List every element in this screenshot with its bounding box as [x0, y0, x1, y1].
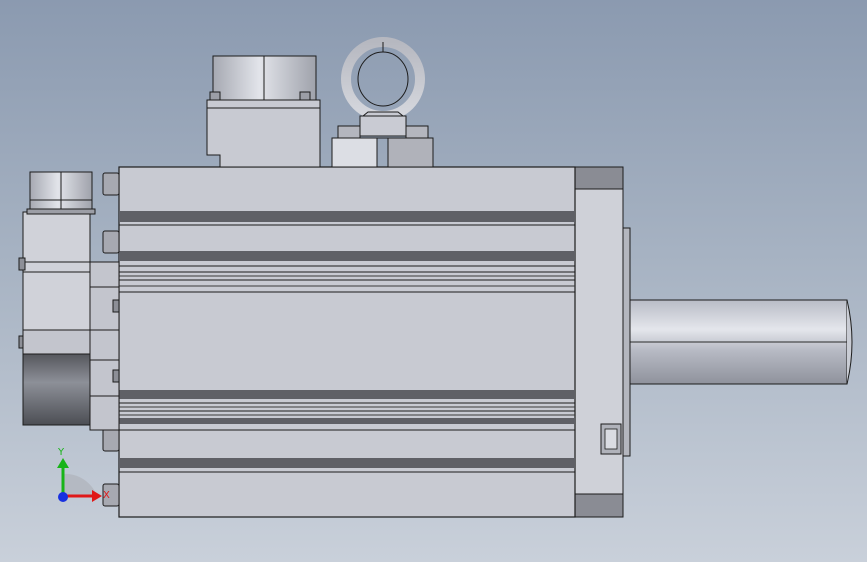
triad-y-arrow-icon	[57, 458, 69, 468]
front-flange	[574, 166, 631, 518]
cad-viewport[interactable]: Y X	[0, 0, 867, 562]
rear-connector	[26, 171, 96, 215]
triad-z-axis	[58, 492, 68, 502]
motor-housing	[118, 166, 576, 518]
output-shaft	[621, 299, 853, 385]
servo-motor-drawing: Y X	[18, 37, 853, 518]
triad-x-label: X	[103, 490, 110, 501]
lifting-eye-bolt	[331, 37, 434, 168]
triad-x-arrow-icon	[92, 490, 102, 502]
top-connector	[206, 55, 321, 168]
triad-y-label: Y	[57, 447, 65, 458]
triad-plane-indicator	[63, 473, 97, 496]
coordinate-triad: Y X	[57, 447, 110, 502]
encoder-cover	[18, 211, 91, 426]
